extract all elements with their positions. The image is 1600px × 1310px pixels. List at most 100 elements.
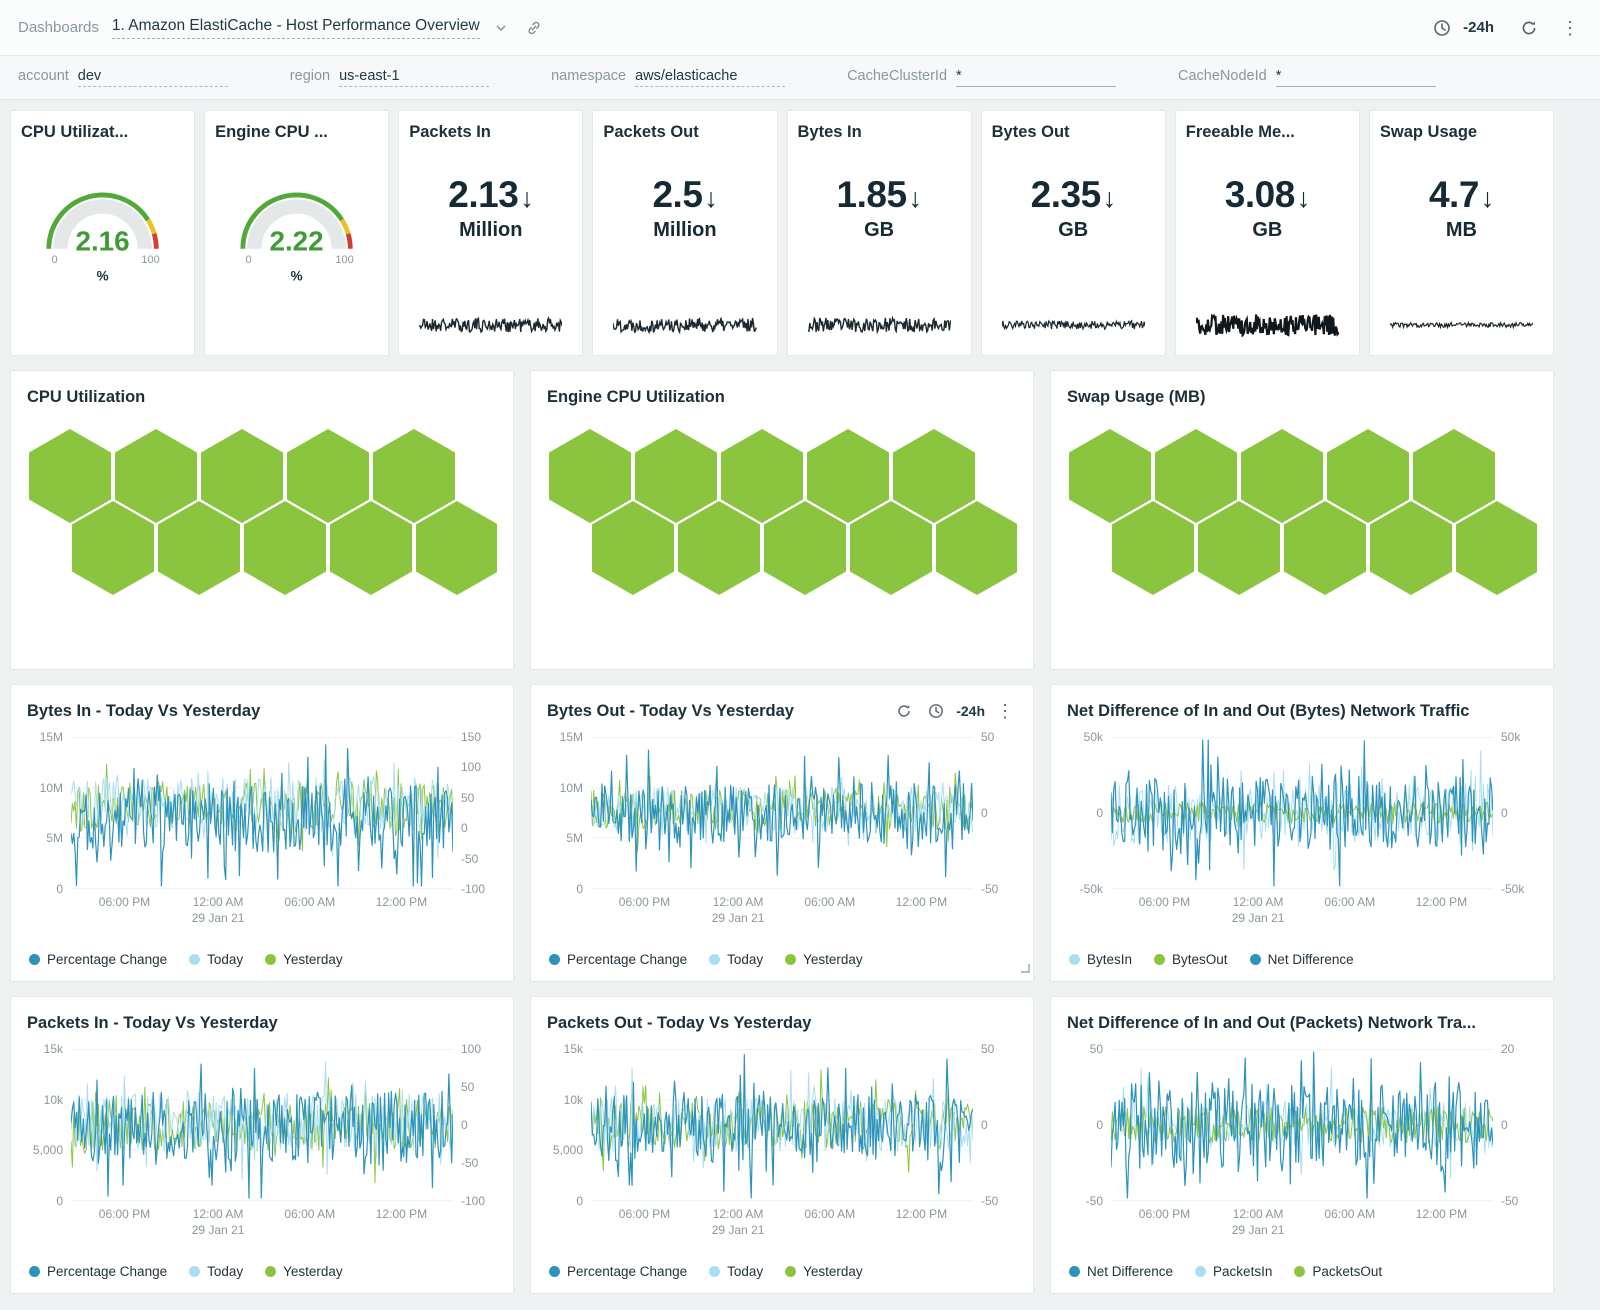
hexagon-cell[interactable]	[764, 501, 846, 595]
hexagon-cell[interactable]	[1284, 501, 1366, 595]
line-chart[interactable]	[71, 737, 453, 889]
hexagon-cell[interactable]	[416, 501, 497, 595]
dashboard-title[interactable]: 1. Amazon ElastiCache - Host Performance…	[112, 17, 480, 39]
line-chart[interactable]	[591, 737, 973, 889]
legend-dot	[709, 954, 720, 965]
gauge-chart[interactable]: 2.220100%	[215, 172, 378, 285]
gauge-chart[interactable]: 2.160100%	[21, 172, 184, 285]
legend-item[interactable]: Yesterday	[785, 952, 863, 967]
breadcrumb[interactable]: Dashboards	[18, 19, 99, 36]
link-icon[interactable]	[522, 16, 546, 40]
line-chart[interactable]	[1111, 737, 1493, 889]
line-chart[interactable]	[591, 1049, 973, 1201]
filter-cachenodeid[interactable]: CacheNodeId *	[1178, 68, 1436, 87]
legend-item[interactable]: PacketsIn	[1195, 1264, 1272, 1279]
legend-label: Today	[207, 1264, 243, 1279]
clock-icon[interactable]	[1430, 16, 1454, 40]
hexagon-cell[interactable]	[635, 429, 717, 523]
legend-item[interactable]: Percentage Change	[29, 952, 167, 967]
filter-input[interactable]: *	[1276, 68, 1436, 87]
hexagon-cell[interactable]	[244, 501, 326, 595]
chevron-down-icon[interactable]	[489, 16, 513, 40]
filter-value[interactable]: dev	[78, 68, 228, 87]
legend-label: Today	[207, 952, 243, 967]
refresh-icon[interactable]	[1517, 16, 1541, 40]
panel-time-range[interactable]: -24h	[956, 703, 985, 719]
hexagon-cell[interactable]	[549, 429, 631, 523]
filter-region[interactable]: region us-east-1	[290, 68, 489, 87]
filter-label: account	[18, 68, 69, 84]
filter-account[interactable]: account dev	[18, 68, 228, 87]
kpi-title: Packets In	[409, 123, 572, 142]
legend-item[interactable]: BytesIn	[1069, 952, 1132, 967]
clock-icon[interactable]	[924, 699, 948, 723]
legend-label: PacketsIn	[1213, 1264, 1272, 1279]
hexagon-cell[interactable]	[72, 501, 154, 595]
hexagon-cell[interactable]	[1413, 429, 1495, 523]
filter-value[interactable]: aws/elasticache	[635, 68, 785, 87]
legend-label: Net Difference	[1268, 952, 1354, 967]
hexagon-cell[interactable]	[330, 501, 412, 595]
hexagon-cell[interactable]	[592, 501, 674, 595]
panel-title: Net Difference of In and Out (Packets) N…	[1067, 1014, 1476, 1033]
legend-dot	[265, 954, 276, 965]
hexagon-cell[interactable]	[1198, 501, 1280, 595]
axis-tick-label: 0	[461, 821, 468, 835]
hexagon-cell[interactable]	[201, 429, 283, 523]
hexagon-cell[interactable]	[1112, 501, 1194, 595]
panel-title: Engine CPU Utilization	[547, 388, 725, 407]
legend-item[interactable]: Today	[189, 1264, 243, 1279]
legend-item[interactable]: Yesterday	[785, 1264, 863, 1279]
legend-item[interactable]: Today	[189, 952, 243, 967]
hexagon-cell[interactable]	[893, 429, 975, 523]
legend-item[interactable]: Yesterday	[265, 1264, 343, 1279]
hexagon-cell[interactable]	[115, 429, 197, 523]
filter-value[interactable]: us-east-1	[339, 68, 489, 87]
legend-dot	[29, 1266, 40, 1277]
legend-item[interactable]: Net Difference	[1069, 1264, 1173, 1279]
legend-label: PacketsOut	[1312, 1264, 1382, 1279]
hexagon-cell[interactable]	[1327, 429, 1409, 523]
line-chart[interactable]	[71, 1049, 453, 1201]
filter-cacheclusterid[interactable]: CacheClusterId *	[847, 68, 1116, 87]
hexagon-cell[interactable]	[850, 501, 932, 595]
legend-dot	[1154, 954, 1165, 965]
kpi-unit: GB	[1186, 219, 1349, 242]
legend-item[interactable]: Percentage Change	[549, 1264, 687, 1279]
hexagon-cell[interactable]	[1069, 429, 1151, 523]
kebab-menu-icon[interactable]: ⋮	[1558, 16, 1582, 40]
chart-legend: Net Difference PacketsIn PacketsOut	[1067, 1264, 1537, 1279]
hexagon-cell[interactable]	[158, 501, 240, 595]
legend-item[interactable]: Percentage Change	[29, 1264, 167, 1279]
time-range[interactable]: -24h	[1463, 19, 1494, 36]
hexagon-cell[interactable]	[936, 501, 1017, 595]
filter-input[interactable]: *	[956, 68, 1116, 87]
hexagon-cell[interactable]	[1241, 429, 1323, 523]
hexagon-cell[interactable]	[1370, 501, 1452, 595]
kpi-number: 4.7	[1429, 174, 1479, 216]
hexagon-cell[interactable]	[1155, 429, 1237, 523]
legend-item[interactable]: Today	[709, 952, 763, 967]
hexagon-cell[interactable]	[29, 429, 111, 523]
legend-item[interactable]: BytesOut	[1154, 952, 1228, 967]
legend-item[interactable]: Net Difference	[1250, 952, 1354, 967]
resize-handle-icon[interactable]	[1020, 960, 1030, 978]
legend-item[interactable]: Yesterday	[265, 952, 343, 967]
legend-item[interactable]: PacketsOut	[1294, 1264, 1382, 1279]
refresh-icon[interactable]	[892, 699, 916, 723]
legend-item[interactable]: Today	[709, 1264, 763, 1279]
hexagon-cell[interactable]	[678, 501, 760, 595]
hexagon-cell[interactable]	[721, 429, 803, 523]
hexagon-cell[interactable]	[287, 429, 369, 523]
line-chart[interactable]	[1111, 1049, 1493, 1201]
filter-namespace[interactable]: namespace aws/elasticache	[551, 68, 785, 87]
legend-item[interactable]: Percentage Change	[549, 952, 687, 967]
legend-dot	[785, 1266, 796, 1277]
chart-legend: Percentage Change Today Yesterday	[27, 1264, 497, 1279]
kebab-menu-icon[interactable]: ⋮	[993, 699, 1017, 723]
hexagon-cell[interactable]	[373, 429, 455, 523]
kpi-card-swap-usage: Swap Usage 4.7↓ MB	[1369, 110, 1554, 356]
hexagon-cell[interactable]	[807, 429, 889, 523]
legend-dot	[709, 1266, 720, 1277]
hexagon-cell[interactable]	[1456, 501, 1537, 595]
